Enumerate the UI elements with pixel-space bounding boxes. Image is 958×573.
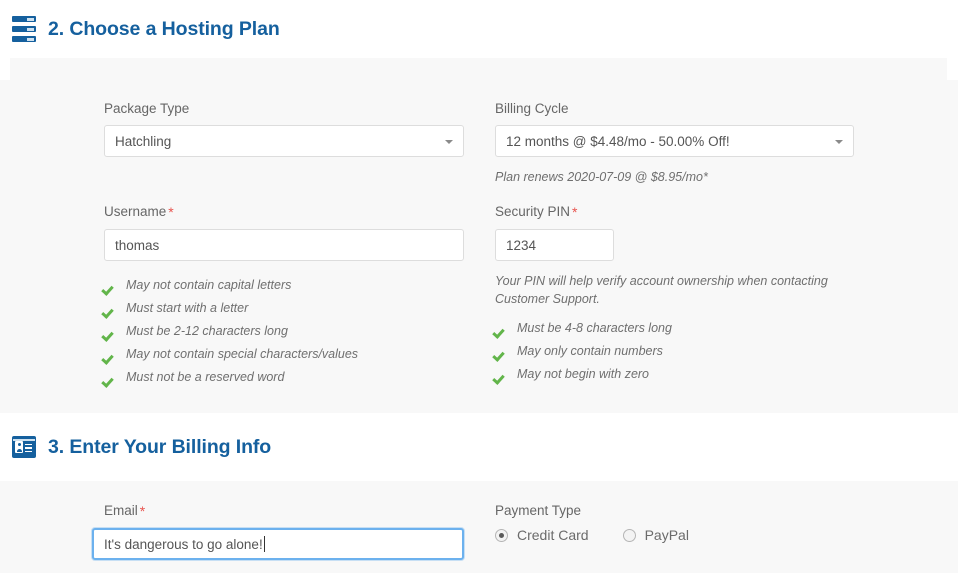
server-icon [12,16,36,42]
email-label: Email * [104,503,464,519]
id-card-icon [12,436,36,458]
package-type-label: Package Type [104,101,190,116]
security-pin-field: Security PIN * 1234 Your PIN will help ve… [495,204,855,390]
check-icon [104,372,117,385]
package-type-select[interactable]: Hatchling [104,125,464,157]
payment-type-field: Payment Type Credit Card PayPal [495,503,855,543]
username-label: Username * [104,204,464,220]
list-item: Must not be a reserved word [104,370,464,385]
billing-cycle-select[interactable]: 12 months @ $4.48/mo - 50.00% Off! [495,125,854,157]
check-icon [495,346,508,359]
rule-text: May only contain numbers [517,344,663,358]
list-item: Must start with a letter [104,301,464,316]
check-icon [104,280,117,293]
rule-text: May not begin with zero [517,367,650,381]
username-input[interactable]: thomas [104,229,464,261]
security-pin-label: Security PIN * [495,204,855,220]
billing-cycle-label: Billing Cycle [495,101,569,116]
list-item: May not contain capital letters [104,278,464,293]
section-header-billing-info: 3. Enter Your Billing Info [0,413,958,481]
rule-text: May not contain special characters/value… [126,347,359,361]
email-value: It's dangerous to go alone! [104,536,263,552]
check-icon [495,323,508,336]
required-asterisk: * [572,204,578,220]
username-label-text: Username [104,204,167,219]
list-item: Must be 4-8 characters long [495,321,855,336]
rule-text: Must start with a letter [126,301,249,315]
billing-cycle-value: 12 months @ $4.48/mo - 50.00% Off! [506,133,730,149]
security-pin-value: 1234 [506,237,537,253]
package-type-value: Hatchling [115,133,172,149]
chevron-down-icon [835,139,843,144]
check-icon [104,349,117,362]
email-field: Email * It's dangerous to go alone! [92,503,464,560]
security-pin-input[interactable]: 1234 [495,229,614,261]
list-item: May not contain special characters/value… [104,347,464,362]
list-item: May only contain numbers [495,344,855,359]
list-item: May not begin with zero [495,367,855,382]
check-icon [104,326,117,339]
email-label-text: Email [104,503,138,518]
username-value: thomas [115,237,160,253]
rule-text: Must not be a reserved word [126,370,285,384]
chevron-down-icon [445,139,453,144]
section-header-hosting-plan: 2. Choose a Hosting Plan [0,0,958,58]
rule-text: May not contain capital letters [126,278,292,292]
rule-text: Must be 4-8 characters long [517,321,672,335]
radio-paypal[interactable] [622,528,636,542]
username-field: Username * thomas May not contain capital… [104,204,464,393]
required-asterisk: * [168,204,174,220]
plan-renewal-note: Plan renews 2020-07-09 @ $8.95/mo* [495,170,708,184]
check-icon [495,369,508,382]
billing-cycle-field: Billing Cycle 12 months @ $4.48/mo - 50.… [495,101,854,186]
rule-text: Must be 2-12 characters long [126,324,288,338]
email-input[interactable]: It's dangerous to go alone! [92,528,464,560]
text-cursor [263,536,265,552]
radio-credit-card[interactable] [495,528,508,542]
radio-label-credit-card[interactable]: Credit Card [517,527,589,543]
list-item: Must be 2-12 characters long [104,324,464,339]
payment-type-label: Payment Type [495,503,582,518]
security-pin-rules-list: Must be 4-8 characters long May only con… [495,321,855,382]
hosting-plan-panel [10,58,947,80]
check-icon [104,303,117,316]
username-rules-list: May not contain capital letters Must sta… [104,278,464,385]
security-pin-hint: Your PIN will help verify account owners… [495,274,828,306]
payment-type-options: Credit Card PayPal [495,527,855,543]
section-title-billing-info: 3. Enter Your Billing Info [48,435,272,458]
radio-label-paypal[interactable]: PayPal [645,527,689,543]
security-pin-label-text: Security PIN [495,204,571,219]
package-type-field: Package Type Hatchling [104,101,464,157]
required-asterisk: * [139,503,146,519]
section-title-hosting-plan: 2. Choose a Hosting Plan [48,17,280,40]
